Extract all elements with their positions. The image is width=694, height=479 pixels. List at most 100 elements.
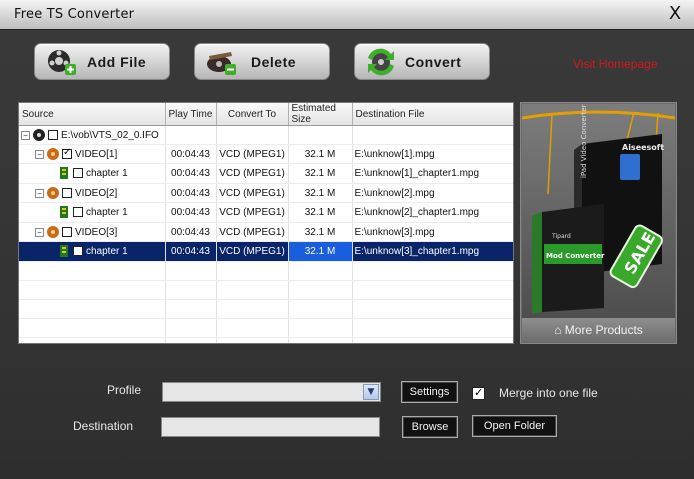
promo-brand-text: Aiseesoft [622, 143, 664, 152]
disc-icon [33, 129, 45, 141]
row-convert-to: VCD (MPEG1) [216, 163, 289, 184]
row-size: 32.1 M [288, 202, 353, 223]
row-destination: E:\unknow[1].mpg [352, 144, 513, 164]
collapse-icon[interactable]: − [21, 130, 30, 140]
row-size: 32.1 M [288, 222, 353, 242]
row-source: chapter 1 [86, 167, 128, 179]
row-destination [352, 125, 513, 145]
collapse-icon[interactable]: − [35, 188, 44, 198]
window-title: Free TS Converter [14, 7, 135, 22]
table-row[interactable]: − VIDEO[3] 00:04:43 VCD (MPEG1) 32.1 M E… [19, 222, 513, 242]
row-play-time: 00:04:43 [165, 163, 217, 184]
merge-checkbox[interactable] [472, 386, 485, 400]
app-window: Free TS Converter X Add File Delete Conv… [0, 0, 694, 479]
merge-label: Merge into one file [499, 386, 598, 400]
row-size: 32.1 M [288, 183, 353, 203]
collapse-icon[interactable]: − [35, 149, 44, 159]
more-products-button[interactable]: ⌂ More Products [522, 318, 675, 342]
row-play-time: 00:04:43 [165, 202, 217, 223]
title-bar: Free TS Converter X [0, 0, 694, 30]
promo-product-boxes[interactable]: iPad Video Converter Aiseesoft Tipard Mo… [522, 104, 675, 318]
row-convert-to: VCD (MPEG1) [216, 241, 289, 262]
row-source: chapter 1 [86, 245, 128, 257]
profile-select[interactable]: ▼ [162, 382, 381, 402]
row-destination: E:\unknow[2]_chapter1.mpg [352, 202, 513, 223]
row-source: VIDEO[3] [75, 226, 118, 238]
video-icon [47, 187, 59, 199]
chapter-icon [60, 245, 68, 257]
add-file-button[interactable]: Add File [34, 43, 170, 80]
row-destination: E:\unknow[2].mpg [352, 183, 513, 203]
empty-row [19, 280, 513, 300]
row-destination: E:\unknow[3]_chapter1.mpg [352, 241, 513, 262]
table-row[interactable]: chapter 1 00:04:43 VCD (MPEG1) 32.1 M E:… [19, 202, 513, 223]
convert-button[interactable]: Convert [354, 43, 490, 80]
promo-product2-text: Mod Converter [546, 252, 605, 260]
close-icon[interactable]: X [666, 4, 684, 24]
row-checkbox[interactable] [73, 246, 83, 256]
table-row-selected[interactable]: chapter 1 00:04:43 VCD (MPEG1) 32.1 M E:… [19, 241, 513, 262]
film-reel-add-icon [48, 50, 76, 75]
video-icon [47, 148, 59, 160]
film-reel-delete-icon [207, 52, 236, 75]
table-row[interactable]: − VIDEO[2] 00:04:43 VCD (MPEG1) 32.1 M E… [19, 183, 513, 203]
chapter-icon [60, 167, 68, 179]
col-convert-to[interactable]: Convert To [216, 103, 289, 126]
row-source: VIDEO[2] [75, 187, 118, 199]
row-checkbox[interactable] [62, 147, 72, 159]
empty-row [19, 318, 513, 338]
col-source[interactable]: Source [19, 103, 166, 126]
open-folder-button[interactable]: Open Folder [472, 415, 557, 437]
table-row[interactable]: − VIDEO[1] 00:04:43 VCD (MPEG1) 32.1 M E… [19, 144, 513, 164]
promo-product2-brand-text: Tipard [551, 233, 571, 240]
destination-label: Destination [73, 419, 134, 433]
row-destination: E:\unknow[1]_chapter1.mpg [352, 163, 513, 184]
row-size: 32.1 M [288, 163, 353, 184]
table-row[interactable]: chapter 1 00:04:43 VCD (MPEG1) 32.1 M E:… [19, 163, 513, 184]
row-checkbox[interactable] [48, 130, 58, 140]
row-checkbox[interactable] [62, 188, 72, 198]
row-convert-to: VCD (MPEG1) [216, 202, 289, 223]
row-checkbox[interactable] [62, 227, 72, 237]
file-table: Source Play Time Convert To Estimated Si… [19, 103, 513, 343]
col-estimated-size[interactable]: Estimated Size [288, 103, 353, 126]
profile-label: Profile [107, 383, 142, 397]
row-checkbox[interactable] [73, 207, 83, 217]
empty-row [19, 337, 513, 343]
row-convert-to: VCD (MPEG1) [216, 222, 289, 242]
empty-row [19, 299, 513, 319]
row-play-time: 00:04:43 [165, 222, 217, 242]
settings-button[interactable]: Settings [401, 381, 458, 403]
row-play-time: 00:04:43 [165, 144, 217, 164]
file-list[interactable]: Source Play Time Convert To Estimated Si… [18, 102, 514, 344]
row-convert-to: VCD (MPEG1) [216, 144, 289, 164]
col-play-time[interactable]: Play Time [165, 103, 217, 126]
row-play-time: 00:04:43 [165, 183, 217, 203]
row-destination: E:\unknow[3].mpg [352, 222, 513, 242]
convert-label: Convert [405, 54, 462, 70]
row-convert-to: VCD (MPEG1) [216, 183, 289, 203]
more-products-label: More Products [564, 323, 643, 337]
destination-input[interactable] [161, 417, 380, 437]
row-play-time: 00:04:43 [165, 241, 217, 262]
row-play-time [165, 125, 217, 145]
delete-button[interactable]: Delete [194, 43, 330, 80]
promo-panel: iPad Video Converter Aiseesoft Tipard Mo… [520, 102, 677, 344]
row-size [288, 125, 353, 145]
collapse-icon[interactable]: − [35, 227, 44, 237]
col-destination-file[interactable]: Destination File [352, 103, 513, 126]
browse-button[interactable]: Browse [402, 416, 458, 438]
video-icon [47, 226, 59, 238]
promo-product1-text: iPad Video Converter [580, 104, 588, 178]
home-icon: ⌂ [554, 323, 562, 337]
chapter-icon [60, 206, 68, 218]
table-row[interactable]: − E:\vob\VTS_02_0.IFO [19, 125, 513, 145]
chevron-down-icon[interactable]: ▼ [363, 384, 379, 400]
table-header: Source Play Time Convert To Estimated Si… [19, 103, 513, 126]
row-source: chapter 1 [86, 206, 128, 218]
row-source: E:\vob\VTS_02_0.IFO [61, 129, 159, 141]
visit-homepage-link[interactable]: Visit Homepage [573, 57, 658, 71]
row-checkbox[interactable] [73, 168, 83, 178]
delete-label: Delete [251, 54, 297, 70]
row-convert-to [216, 125, 289, 145]
